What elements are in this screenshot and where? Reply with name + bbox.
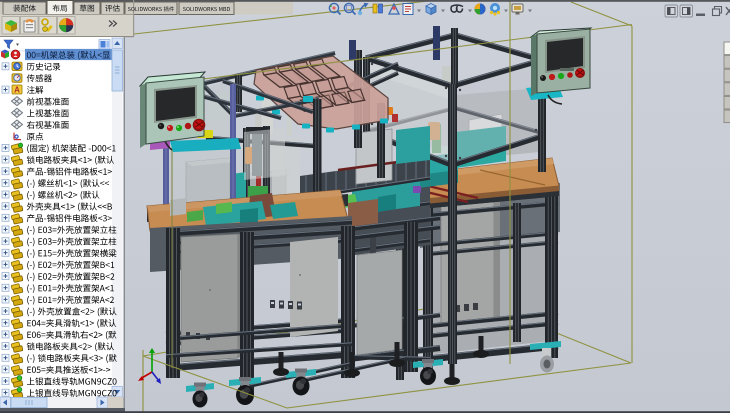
svg-text:A: A bbox=[14, 85, 20, 94]
